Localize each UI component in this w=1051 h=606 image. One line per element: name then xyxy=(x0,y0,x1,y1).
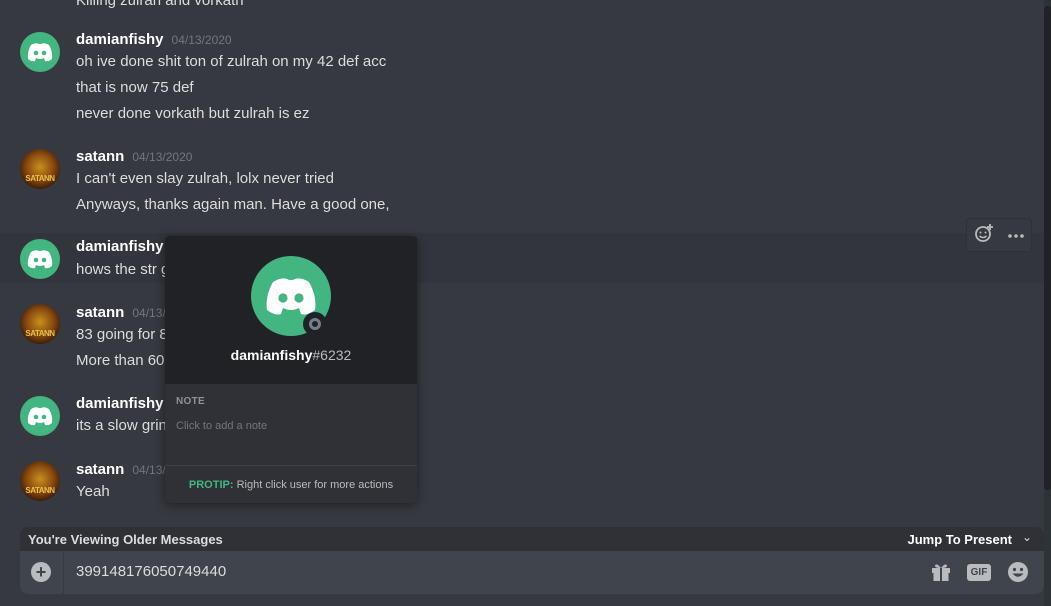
timestamp: 04/13/ xyxy=(132,463,166,477)
chevron-down-icon[interactable]: ⌄ xyxy=(1022,530,1032,544)
message-group: damianfishy 04/13/2020 oh ive done shit t… xyxy=(0,28,1044,128)
discord-logo-icon xyxy=(27,407,53,426)
username[interactable]: damianfishy xyxy=(76,395,164,412)
gif-button[interactable]: GIF xyxy=(967,564,991,581)
message-text: I can't even slay zulrah, lolx never tri… xyxy=(76,170,334,187)
divider xyxy=(63,551,64,594)
avatar[interactable]: SATANN xyxy=(20,461,60,501)
message-group: damianfishy its a slow grin xyxy=(0,392,1044,442)
timestamp: 04/13/2020 xyxy=(132,150,193,164)
protip-tag: PROTIP: xyxy=(188,479,234,491)
message-text: 83 going for 8 xyxy=(76,326,168,343)
avatar-text: SATANN xyxy=(25,174,55,183)
discord-logo-icon xyxy=(266,278,316,315)
avatar[interactable] xyxy=(20,239,60,279)
message-actions-toolbar xyxy=(966,218,1032,252)
message-text: Yeah xyxy=(76,483,110,500)
message-text: its a slow grin xyxy=(76,417,167,434)
jump-to-present-button[interactable]: Jump To Present xyxy=(907,532,1012,547)
message-group: SATANN satann 04/13/ Yeah xyxy=(0,457,1044,507)
message-text: that is now 75 def xyxy=(76,79,194,96)
username[interactable]: damianfishy 04/13/2020 xyxy=(76,31,232,48)
message-text: More than 60 xyxy=(76,352,165,369)
scrollbar-thumb[interactable] xyxy=(1044,6,1051,490)
older-messages-bar: You're Viewing Older Messages Jump To Pr… xyxy=(20,527,1044,551)
partial-message-line: Killing zulrah and vorkath xyxy=(76,0,244,9)
message-list: Killing zulrah and vorkath damianfishy 04… xyxy=(0,0,1044,526)
popout-header: damianfishy#6232 xyxy=(165,236,417,384)
upload-plus-icon[interactable]: + xyxy=(31,562,51,582)
emoji-icon[interactable] xyxy=(1007,561,1029,588)
discriminator: #6232 xyxy=(312,347,352,363)
offline-status-icon xyxy=(303,312,327,336)
timestamp: 04/13/2020 xyxy=(171,33,232,47)
username[interactable]: satann 04/13/ xyxy=(76,461,166,478)
discord-logo-icon xyxy=(27,43,53,62)
older-messages-label: You're Viewing Older Messages xyxy=(28,532,223,547)
avatar-text: SATANN xyxy=(25,329,55,338)
gift-icon[interactable] xyxy=(930,561,952,588)
note-label: NOTE xyxy=(176,396,205,407)
message-composer: + 399148176050749440 GIF xyxy=(20,551,1044,594)
user-profile-popout: damianfishy#6232 NOTE Click to add a not… xyxy=(165,236,417,503)
message-text: hows the str g xyxy=(76,261,170,278)
username[interactable]: satann 04/13/2020 xyxy=(76,148,192,165)
avatar-text: SATANN xyxy=(25,486,55,495)
discord-logo-icon xyxy=(27,250,53,269)
username[interactable]: damianfishy xyxy=(76,238,164,255)
avatar[interactable]: SATANN xyxy=(20,304,60,344)
avatar[interactable] xyxy=(20,32,60,72)
more-options-icon[interactable] xyxy=(1007,226,1025,244)
message-input[interactable]: 399148176050749440 xyxy=(76,563,226,580)
protip-text: Right click user for more actions xyxy=(236,479,394,491)
username[interactable]: satann 04/13/ xyxy=(76,304,166,321)
message-group: SATANN satann 04/13/2020 I can't even sla… xyxy=(0,145,1044,220)
message-text: oh ive done shit ton of zulrah on my 42 … xyxy=(76,53,387,70)
scrollbar[interactable] xyxy=(1044,0,1051,606)
message-text: never done vorkath but zulrah is ez xyxy=(76,105,310,122)
message-group: damianfishy hows the str g xyxy=(0,233,1044,283)
popout-username: damianfishy#6232 xyxy=(230,347,352,363)
protip: PROTIP: Right click user for more action… xyxy=(165,465,417,503)
message-text: Anyways, thanks again man. Have a good o… xyxy=(76,196,390,213)
avatar[interactable] xyxy=(20,396,60,436)
timestamp: 04/13/ xyxy=(132,306,166,320)
add-reaction-icon[interactable] xyxy=(974,223,994,248)
avatar[interactable]: SATANN xyxy=(20,149,60,189)
note-input[interactable]: Click to add a note xyxy=(176,420,267,432)
message-group: SATANN satann 04/13/ 83 going for 8 More … xyxy=(0,300,1044,375)
